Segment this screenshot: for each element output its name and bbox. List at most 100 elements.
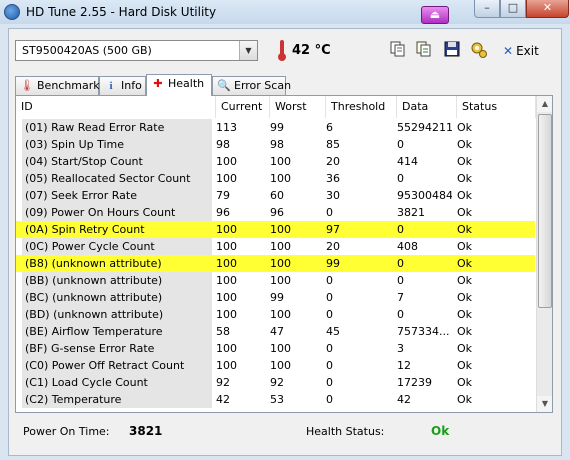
header-threshold[interactable]: Threshold	[326, 96, 397, 118]
exit-button[interactable]: ✕ Exit	[503, 40, 549, 62]
health-status-label: Health Status:	[306, 425, 385, 438]
header-id[interactable]: ID	[16, 96, 216, 118]
table-row[interactable]: (BB) (unknown attribute) 100 100 0 0 Ok	[16, 272, 535, 289]
header-status[interactable]: Status	[457, 96, 536, 118]
health-cross-icon: ✚	[153, 77, 163, 90]
cell-status: Ok	[457, 325, 473, 338]
thermometer-icon	[278, 40, 286, 62]
drive-select[interactable]: ST9500420AS (500 GB) ▼	[15, 40, 258, 61]
maximize-button[interactable]: □	[500, 0, 526, 18]
cell-status: Ok	[457, 206, 473, 219]
copy-icon[interactable]	[389, 41, 407, 59]
cell-threshold: 0	[326, 342, 333, 355]
cell-data: 55294211	[397, 121, 452, 134]
cell-status: Ok	[457, 121, 473, 134]
cell-worst: 99	[270, 291, 284, 304]
cell-data: 12	[397, 359, 411, 372]
tab-error-scan[interactable]: 🔍 Error Scan	[212, 76, 291, 95]
table-row[interactable]: (BF) G-sense Error Rate 100 100 0 3 Ok	[16, 340, 535, 357]
cell-worst: 100	[270, 172, 291, 185]
cell-status: Ok	[457, 393, 473, 406]
scroll-down-icon[interactable]: ▼	[537, 396, 552, 412]
cell-threshold: 0	[326, 206, 333, 219]
cell-current: 42	[216, 393, 230, 406]
cell-data: 17239	[397, 376, 432, 389]
cell-worst: 100	[270, 274, 291, 287]
header-data[interactable]: Data	[397, 96, 457, 118]
header-current[interactable]: Current	[216, 96, 270, 118]
options-icon[interactable]	[470, 41, 488, 59]
table-row[interactable]: (0C) Power Cycle Count 100 100 20 408 Ok	[16, 238, 535, 255]
table-row[interactable]: (B8) (unknown attribute) 100 100 99 0 Ok	[16, 255, 535, 272]
scroll-up-icon[interactable]: ▲	[537, 96, 552, 112]
close-button[interactable]: ✕	[526, 0, 569, 18]
cell-status: Ok	[457, 257, 473, 270]
cell-current: 79	[216, 189, 230, 202]
cell-worst: 100	[270, 308, 291, 321]
cell-current: 100	[216, 359, 237, 372]
chevron-down-icon[interactable]: ▼	[239, 41, 257, 60]
header-worst[interactable]: Worst	[270, 96, 326, 118]
cell-current: 100	[216, 257, 237, 270]
table-row[interactable]: (01) Raw Read Error Rate 113 99 6 55294211 Ok	[16, 119, 535, 136]
cell-id: (BD) (unknown attribute)	[22, 306, 212, 323]
cell-data: 408	[397, 240, 418, 253]
cell-id: (BF) G-sense Error Rate	[22, 340, 212, 357]
cell-data: 0	[397, 257, 404, 270]
table-row[interactable]: (BD) (unknown attribute) 100 100 0 0 Ok	[16, 306, 535, 323]
tab-info[interactable]: i Info	[99, 76, 146, 95]
cell-worst: 98	[270, 138, 284, 151]
cell-data: 414	[397, 155, 418, 168]
health-status-value: Ok	[431, 424, 450, 438]
cell-threshold: 0	[326, 308, 333, 321]
cell-data: 3821	[397, 206, 425, 219]
cell-id: (C0) Power Off Retract Count	[22, 357, 212, 374]
status-footer: Power On Time: 3821 Health Status: Ok	[9, 414, 561, 454]
cell-id: (BC) (unknown attribute)	[22, 289, 212, 306]
scroll-thumb[interactable]	[538, 114, 552, 308]
cell-status: Ok	[457, 240, 473, 253]
table-row[interactable]: (09) Power On Hours Count 96 96 0 3821 Ok	[16, 204, 535, 221]
thermometer-icon: 🌡	[20, 79, 34, 92]
table-row[interactable]: (C2) Temperature 42 53 0 42 Ok	[16, 391, 535, 408]
cell-worst: 100	[270, 240, 291, 253]
table-row[interactable]: (0A) Spin Retry Count 100 100 97 0 Ok	[16, 221, 535, 238]
cell-status: Ok	[457, 308, 473, 321]
cell-data: 0	[397, 172, 404, 185]
table-row[interactable]: (C0) Power Off Retract Count 100 100 0 12 Ok	[16, 357, 535, 374]
cell-id: (09) Power On Hours Count	[22, 204, 212, 221]
table-row[interactable]: (C1) Load Cycle Count 92 92 0 17239 Ok	[16, 374, 535, 391]
eject-icon[interactable]: ⏏	[421, 6, 449, 24]
cell-status: Ok	[457, 274, 473, 287]
minimize-button[interactable]: –	[474, 0, 500, 18]
table-row[interactable]: (05) Reallocated Sector Count 100 100 36 0 Ok	[16, 170, 535, 187]
cell-worst: 47	[270, 325, 284, 338]
cell-id: (0A) Spin Retry Count	[25, 223, 145, 236]
copy-all-icon[interactable]	[415, 41, 433, 59]
cell-current: 96	[216, 206, 230, 219]
table-row[interactable]: (BE) Airflow Temperature 58 47 45 757334... O…	[16, 323, 535, 340]
cell-threshold: 20	[326, 155, 340, 168]
cell-threshold: 0	[326, 393, 333, 406]
tab-health[interactable]: ✚ Health	[146, 74, 212, 96]
cell-threshold: 85	[326, 138, 340, 151]
cell-id: (05) Reallocated Sector Count	[22, 170, 212, 187]
table-row[interactable]: (04) Start/Stop Count 100 100 20 414 Ok	[16, 153, 535, 170]
save-icon[interactable]	[443, 41, 461, 59]
cell-data: 95300484	[397, 189, 452, 202]
cell-worst: 100	[270, 223, 291, 236]
power-on-label: Power On Time:	[23, 425, 110, 438]
cell-status: Ok	[457, 223, 473, 236]
smart-table[interactable]: ID Current Worst Threshold Data Status (…	[15, 95, 553, 413]
table-row[interactable]: (03) Spin Up Time 98 98 85 0 Ok	[16, 136, 535, 153]
cell-id: (C1) Load Cycle Count	[22, 374, 212, 391]
table-row[interactable]: (07) Seek Error Rate 79 60 30 95300484 Ok	[16, 187, 535, 204]
vertical-scrollbar[interactable]: ▲ ▼	[536, 96, 552, 412]
cell-current: 58	[216, 325, 230, 338]
cell-id: (B8) (unknown attribute)	[25, 257, 162, 270]
table-row[interactable]: (BC) (unknown attribute) 100 99 0 7 Ok	[16, 289, 535, 306]
tab-benchmark[interactable]: 🌡 Benchmark	[15, 76, 100, 95]
cell-threshold: 0	[326, 291, 333, 304]
cell-current: 100	[216, 155, 237, 168]
cell-current: 100	[216, 223, 237, 236]
